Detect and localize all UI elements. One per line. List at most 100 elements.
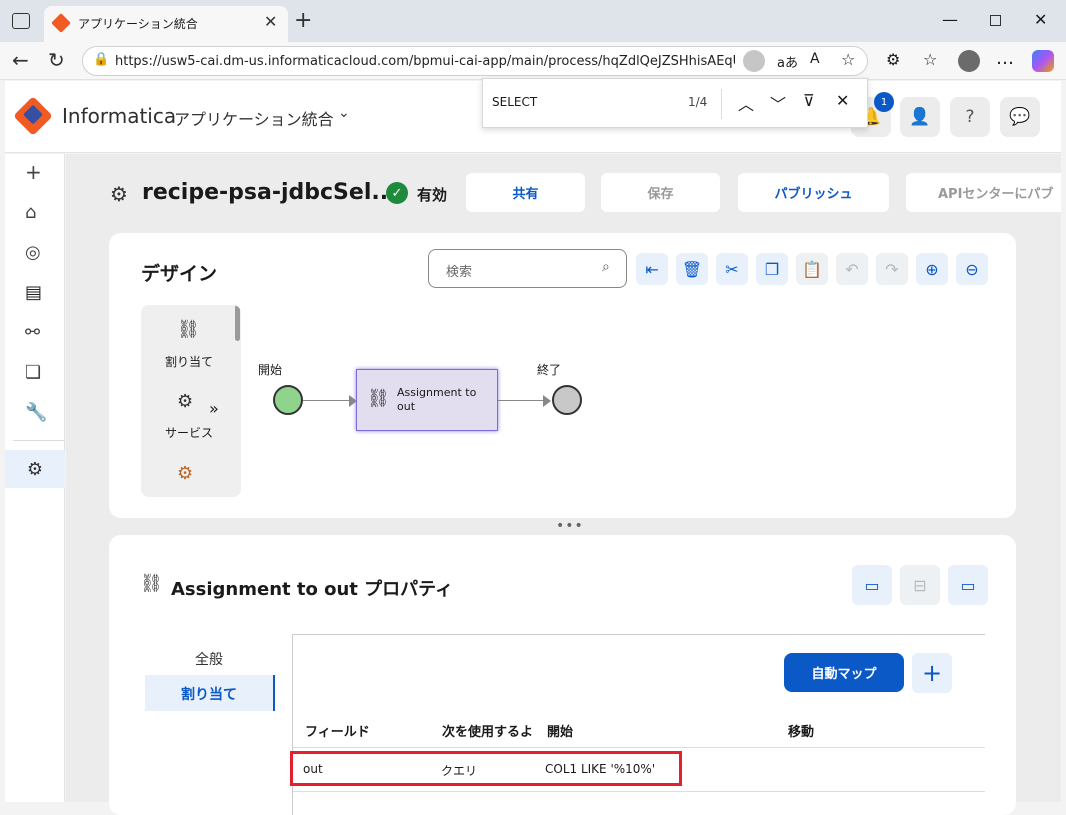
wrench-icon[interactable]: 🔧 <box>25 402 47 423</box>
properties-assignment-icon: ⛓ <box>140 573 163 594</box>
resize-handle-icon[interactable]: ••• <box>556 518 584 534</box>
assets-icon[interactable]: ❏ <box>25 362 41 383</box>
favorites-icon[interactable]: ☆ <box>923 50 937 69</box>
properties-card: ⛓ Assignment to out プロパティ ▭ ⊟ ▭ 全般 割り当て … <box>109 535 1016 815</box>
gears-icon: ⚙ <box>26 458 44 480</box>
undo-icon[interactable]: ↶ <box>836 253 868 285</box>
properties-title: Assignment to out プロパティ <box>171 579 454 600</box>
api-center-button[interactable]: APIセンターにパブ <box>906 173 1061 212</box>
layout-top-icon[interactable]: ▭ <box>948 565 988 605</box>
header-divider <box>293 747 985 748</box>
layout-bottom-icon[interactable]: ▭ <box>852 565 892 605</box>
design-title: デザイン <box>141 263 218 285</box>
save-button[interactable]: 保存 <box>601 173 720 212</box>
tab-assignment[interactable]: 割り当て <box>145 675 275 711</box>
find-count: 1/4 <box>688 95 708 109</box>
process-nav-item[interactable]: ⚙ <box>5 450 65 488</box>
notification-badge: 1 <box>874 92 894 112</box>
auto-map-button[interactable]: 自動マップ <box>784 653 904 692</box>
back-icon[interactable]: ← <box>12 48 29 72</box>
explore-compass-icon[interactable]: ◎ <box>25 242 41 263</box>
chat-feedback-icon[interactable]: 💬 <box>1000 97 1040 137</box>
end-label: 終了 <box>537 363 562 377</box>
tab-assignment-label: 割り当て <box>181 687 237 703</box>
more-menu-icon[interactable]: … <box>996 48 1014 69</box>
find-input[interactable]: SELECT <box>492 95 537 109</box>
zoom-out-icon[interactable]: ⊖ <box>956 253 988 285</box>
reload-icon[interactable]: ↻ <box>48 48 65 72</box>
column-from: 開始 <box>547 725 574 740</box>
highlighted-row[interactable]: out クエリ COL1 LIKE '%10%' <box>290 751 682 786</box>
find-filter-icon[interactable]: ⊽ <box>803 91 815 110</box>
step-palette: ⛓ 割り当て ⚙ » サービス ⚙ <box>141 305 241 497</box>
close-window-icon[interactable]: ✕ <box>1034 10 1047 29</box>
row-divider <box>293 791 985 792</box>
palette-item-assignment[interactable]: 割り当て <box>165 353 213 370</box>
read-aloud-icon[interactable]: A <box>810 51 820 67</box>
share-button[interactable]: 共有 <box>466 173 585 212</box>
extensions-puzzle-icon[interactable]: ⚙ <box>886 50 900 69</box>
connections-icon[interactable]: ⚯ <box>25 322 40 343</box>
expand-chevrons-icon[interactable]: » <box>209 399 219 418</box>
assignment-node[interactable]: ⛓ Assignment to out <box>356 369 498 431</box>
publish-button[interactable]: パブリッシュ <box>738 173 889 212</box>
search-placeholder: 検索 <box>446 265 473 280</box>
end-node[interactable] <box>552 385 582 415</box>
redo-icon[interactable]: ↷ <box>876 253 908 285</box>
extension-icon[interactable] <box>743 50 765 72</box>
find-in-page-bar: SELECT 1/4 ︿ ﹀ ⊽ ✕ <box>482 78 868 128</box>
url-text: https://usw5-cai.dm-us.informaticacloud.… <box>115 54 735 69</box>
cut-icon[interactable]: ✂ <box>716 253 748 285</box>
informatica-logo-icon <box>13 96 53 136</box>
left-nav: + ⌂ ◎ ▤ ⚯ ❏ 🔧 ⚙ <box>5 154 65 802</box>
find-close-icon[interactable]: ✕ <box>836 91 849 110</box>
user-profile-icon[interactable]: 👤 <box>900 97 940 137</box>
help-icon[interactable]: ? <box>950 97 990 137</box>
divider <box>293 634 985 635</box>
assignment-node-label: Assignment to out <box>397 386 477 413</box>
brand-name: Informatica <box>62 104 177 128</box>
start-node[interactable] <box>273 385 303 415</box>
process-name: recipe-psa-jdbcSel... <box>142 180 397 205</box>
column-move: 移動 <box>788 725 815 740</box>
service-gears-icon: ⚙ <box>177 391 194 412</box>
tab-general[interactable]: 全般 <box>195 649 223 669</box>
divider <box>292 634 293 815</box>
delete-icon[interactable]: 🗑 <box>676 253 708 285</box>
product-switcher[interactable]: アプリケーション統合 <box>174 106 334 130</box>
home-icon[interactable]: ⌂ <box>25 202 36 223</box>
paste-icon[interactable]: 📋 <box>796 253 828 285</box>
maximize-icon[interactable] <box>990 15 1001 26</box>
copy-icon[interactable]: ❐ <box>756 253 788 285</box>
status-check-icon: ✓ <box>386 182 408 204</box>
zoom-in-icon[interactable]: ⊕ <box>916 253 948 285</box>
column-field: フィールド <box>305 725 370 740</box>
favorite-star-icon[interactable]: ☆ <box>841 50 855 69</box>
chevron-down-icon[interactable]: ⌄ <box>338 105 350 121</box>
browser-tab[interactable]: アプリケーション統合 ✕ <box>44 6 288 42</box>
copilot-icon[interactable] <box>1032 50 1054 72</box>
tab-actions-icon[interactable] <box>12 13 30 29</box>
main-area: ⚙ recipe-psa-jdbcSel... ✓ 有効 共有 保存 パブリッシ… <box>66 154 1061 815</box>
profile-avatar[interactable] <box>958 50 980 72</box>
collapse-left-icon[interactable]: ⇤ <box>636 253 668 285</box>
row-use: クエリ <box>441 764 478 778</box>
design-search-input[interactable]: 検索 ⌕ <box>428 249 627 288</box>
layout-split-icon[interactable]: ⊟ <box>900 565 940 605</box>
minimize-icon[interactable]: — <box>942 10 958 29</box>
assignment-icon: ⛓ <box>177 319 200 340</box>
close-tab-icon[interactable]: ✕ <box>264 12 277 31</box>
palette-scrollbar[interactable] <box>235 305 240 341</box>
new-tab-icon[interactable]: + <box>294 8 312 33</box>
palette-item-service[interactable]: サービス <box>165 424 213 441</box>
find-next-icon[interactable]: ﹀ <box>770 91 786 115</box>
address-bar[interactable]: 🔒 https://usw5-cai.dm-us.informaticaclou… <box>82 46 868 76</box>
subprocess-gears-icon: ⚙ <box>177 463 194 484</box>
informatica-favicon-icon <box>51 13 71 33</box>
monitor-icon[interactable]: ▤ <box>25 282 42 303</box>
add-field-icon[interactable]: + <box>912 653 952 693</box>
find-previous-icon[interactable]: ︿ <box>738 91 754 115</box>
add-icon[interactable]: + <box>25 160 42 184</box>
translate-icon[interactable]: aあ <box>777 52 798 71</box>
status-text: 有効 <box>417 186 448 204</box>
